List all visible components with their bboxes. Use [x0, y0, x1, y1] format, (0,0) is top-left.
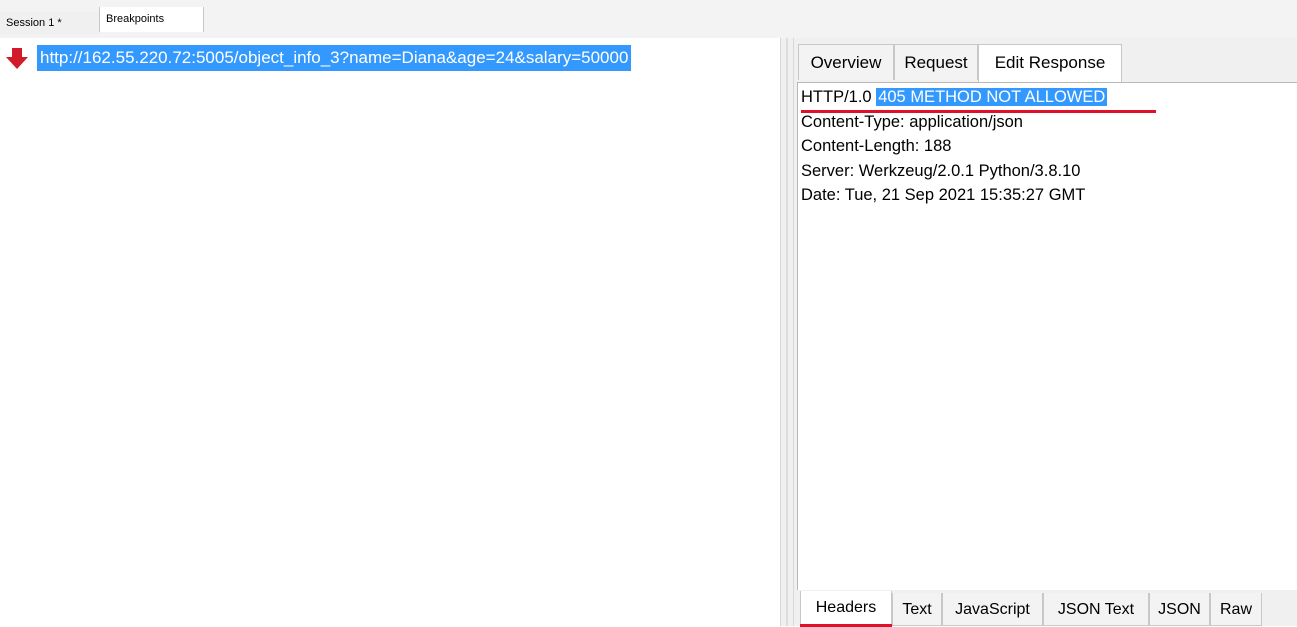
session-tab-strip: Session 1 * Breakpoints: [0, 0, 1297, 38]
tab-edit-response[interactable]: Edit Response: [978, 44, 1122, 82]
tab-text[interactable]: Text: [892, 593, 942, 626]
breakpoint-url[interactable]: http://162.55.220.72:5005/object_info_3?…: [37, 45, 632, 71]
tab-json-text[interactable]: JSON Text: [1043, 593, 1149, 626]
breakpoint-list: http://162.55.220.72:5005/object_info_3?…: [0, 38, 780, 626]
tab-headers[interactable]: Headers: [800, 591, 892, 626]
status-text[interactable]: 405 METHOD NOT ALLOWED: [876, 88, 1108, 106]
header-line: Content-Length: 188: [801, 137, 952, 155]
tab-json[interactable]: JSON: [1149, 593, 1210, 626]
tab-overview[interactable]: Overview: [798, 44, 894, 80]
status-line: HTTP/1.0 405 METHOD NOT ALLOWED: [801, 85, 1108, 110]
status-underline: [801, 110, 1156, 113]
tab-javascript[interactable]: JavaScript: [942, 593, 1043, 626]
pane-splitter[interactable]: [780, 38, 794, 626]
response-inspector: Overview Request Edit Response HTTP/1.0 …: [794, 38, 1297, 627]
tab-raw[interactable]: Raw: [1210, 593, 1262, 626]
tab-session-1[interactable]: Session 1 *: [0, 12, 99, 34]
tab-request[interactable]: Request: [894, 44, 978, 80]
header-line: Content-Type: application/json: [801, 112, 1023, 131]
response-headers-editor[interactable]: HTTP/1.0 405 METHOD NOT ALLOWED Content-…: [797, 82, 1297, 590]
header-line: Date: Tue, 21 Sep 2021 15:35:27 GMT: [801, 186, 1086, 204]
tab-breakpoints[interactable]: Breakpoints: [99, 7, 204, 32]
protocol-text: HTTP/1.0: [801, 88, 872, 106]
breakpoint-arrow-icon: [6, 48, 28, 69]
header-line: Server: Werkzeug/2.0.1 Python/3.8.10: [801, 161, 1081, 180]
